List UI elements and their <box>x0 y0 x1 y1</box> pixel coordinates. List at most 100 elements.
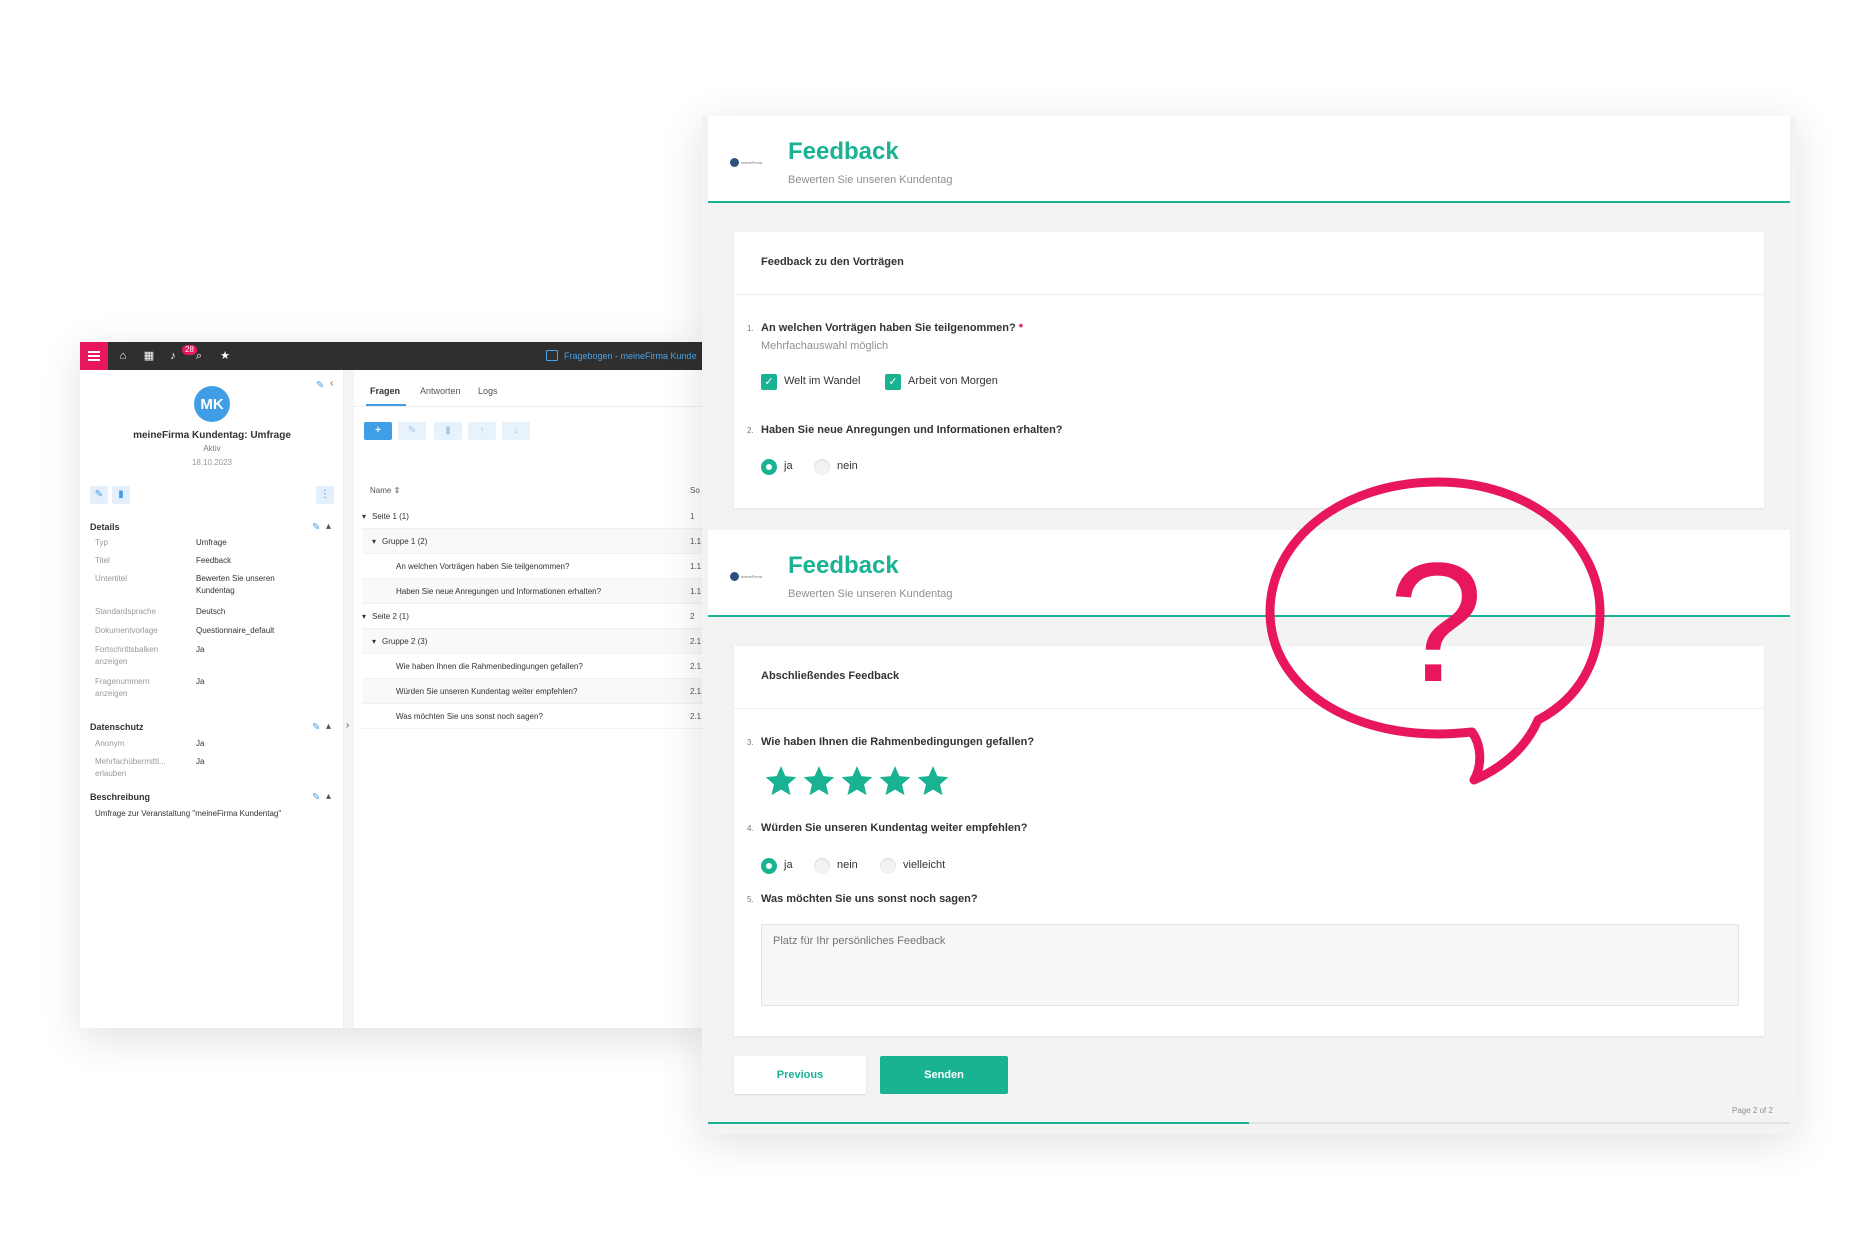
question-number: 1. <box>747 324 754 333</box>
detail-key: Dokumentvorlage <box>95 626 158 635</box>
question-mark-glyph: ? <box>1389 528 1484 718</box>
edit-icon[interactable]: ✎ <box>316 380 324 391</box>
detail-value: Bewerten Sie unseren Kundentag <box>196 574 275 595</box>
tree-row[interactable]: ▾ Gruppe 1 (2) 1.1 <box>362 529 710 554</box>
bell-icon[interactable]: ♪ <box>166 349 180 363</box>
company-logo: meineFirma <box>730 572 764 582</box>
tab-antworten[interactable]: Antworten <box>420 386 461 396</box>
description-edit-icon[interactable]: ✎ <box>312 792 320 803</box>
tab-underline <box>366 404 406 406</box>
radio-label[interactable]: ja <box>784 460 793 472</box>
delete-button[interactable]: ▮ <box>112 486 130 504</box>
tree-row-num: 2 <box>690 612 695 621</box>
tree-row[interactable]: ▾ Seite 2 (1) 2 <box>362 604 710 629</box>
panel-title: Feedback zu den Vorträgen <box>761 256 904 268</box>
privacy-value: Ja <box>196 757 205 766</box>
caret-down-icon[interactable]: ▾ <box>372 529 376 554</box>
panel-divider[interactable]: › <box>344 370 354 1028</box>
edit-button[interactable]: ✎ <box>90 486 108 504</box>
caret-down-icon[interactable]: ▾ <box>362 604 366 629</box>
tree-row-label: An welchen Vorträgen haben Sie teilgenom… <box>396 562 570 571</box>
star-icon[interactable] <box>764 764 798 798</box>
radio-unselected[interactable] <box>814 858 830 874</box>
survey-window: meineFirma Feedback Bewerten Sie unseren… <box>702 116 1796 1134</box>
expand-icon[interactable]: › <box>346 720 349 731</box>
add-button[interactable]: + <box>364 422 392 440</box>
tree-row[interactable]: ▾ Gruppe 2 (3) 2.1 <box>362 629 710 654</box>
column-header-name[interactable]: Name ⇕ <box>370 486 400 495</box>
tree-row[interactable]: Wie haben Ihnen die Rahmenbedingungen ge… <box>362 654 710 679</box>
tree-row-label: Gruppe 2 (3) <box>382 637 428 646</box>
caret-down-icon[interactable]: ▾ <box>362 504 366 529</box>
trash-icon[interactable]: ▮ <box>434 422 462 440</box>
detail-key: Fortschrittsbalken anzeigen <box>95 645 159 666</box>
radio-label[interactable]: nein <box>837 460 858 472</box>
caret-down-icon[interactable]: ▾ <box>372 629 376 654</box>
feedback-textarea[interactable] <box>761 924 1739 1006</box>
search-icon[interactable]: ⌕ <box>192 349 206 363</box>
question-description: Mehrfachauswahl möglich <box>761 340 889 352</box>
checkbox-checked-icon[interactable]: ✓ <box>885 374 901 390</box>
record-name: meineFirma Kundentag: Umfrage <box>133 430 291 441</box>
survey-header: meineFirma Feedback Bewerten Sie unseren… <box>708 116 1790 203</box>
tree-row[interactable]: ▾ Seite 1 (1) 1 <box>362 504 710 529</box>
star-icon[interactable] <box>840 764 874 798</box>
menu-icon[interactable] <box>80 342 108 370</box>
privacy-edit-icon[interactable]: ✎ <box>312 722 320 733</box>
panel-divider <box>734 294 1764 295</box>
record-status: Aktiv <box>203 444 221 453</box>
star-icon[interactable] <box>916 764 950 798</box>
description-chevron-up-icon[interactable]: ▴ <box>326 791 331 802</box>
star-icon[interactable] <box>878 764 912 798</box>
home-icon[interactable]: ⌂ <box>116 349 130 363</box>
questions-panel: Fragen Antworten Logs + ✎ ▮ ↑ ↓ Name ⇕ S… <box>354 370 710 1028</box>
star-icon[interactable]: ★ <box>218 349 232 363</box>
tree-row-num: 2.1 <box>690 637 702 646</box>
radio-selected[interactable] <box>761 858 777 874</box>
tab-logs[interactable]: Logs <box>478 386 498 396</box>
radio-label[interactable]: vielleicht <box>903 859 945 871</box>
radio-label[interactable]: nein <box>837 859 858 871</box>
arrow-down-icon[interactable]: ↓ <box>502 422 530 440</box>
window-title[interactable]: Fragebogen - meineFirma Kunde <box>564 351 697 361</box>
previous-button[interactable]: Previous <box>734 1056 866 1094</box>
question-title: Wie haben Ihnen die Rahmenbedingungen ge… <box>761 736 1035 748</box>
radio-label[interactable]: ja <box>784 859 793 871</box>
description-text: Umfrage zur Veranstaltung "meineFirma Ku… <box>95 809 282 818</box>
tree-row[interactable]: Was möchten Sie uns sonst noch sagen? 2.… <box>362 704 710 729</box>
checkbox-label[interactable]: Arbeit von Morgen <box>908 375 998 387</box>
checkbox-label[interactable]: Welt im Wandel <box>784 375 860 387</box>
tree-row-label: Gruppe 1 (2) <box>382 537 428 546</box>
details-edit-icon[interactable]: ✎ <box>312 522 320 533</box>
survey-subtitle: Bewerten Sie unseren Kundentag <box>788 588 953 600</box>
star-icon[interactable] <box>802 764 836 798</box>
radio-unselected[interactable] <box>880 858 896 874</box>
panel-vortraege: Feedback zu den Vorträgen 1. An welchen … <box>734 232 1764 508</box>
checkbox-checked-icon[interactable]: ✓ <box>761 374 777 390</box>
tree-row-num: 1 <box>690 512 695 521</box>
question-number: 2. <box>747 426 754 435</box>
send-button[interactable]: Senden <box>880 1056 1008 1094</box>
column-header-sort[interactable]: So <box>690 486 700 495</box>
arrow-up-icon[interactable]: ↑ <box>468 422 496 440</box>
tree-row[interactable]: Würden Sie unseren Kundentag weiter empf… <box>362 679 710 704</box>
details-chevron-up-icon[interactable]: ▴ <box>326 521 331 532</box>
radio-selected[interactable] <box>761 459 777 475</box>
detail-key: Fragenummern anzeigen <box>95 677 150 698</box>
radio-unselected[interactable] <box>814 459 830 475</box>
more-button[interactable]: ⋮ <box>316 486 334 504</box>
detail-key: Standardsprache <box>95 607 156 616</box>
calendar-icon[interactable]: ▦ <box>142 349 156 363</box>
tree-row[interactable]: Haben Sie neue Anregungen und Informatio… <box>362 579 710 604</box>
pencil-icon[interactable]: ✎ <box>398 422 426 440</box>
tree-row-label: Haben Sie neue Anregungen und Informatio… <box>396 587 602 596</box>
privacy-key: Anonym <box>95 739 125 748</box>
tree-row[interactable]: An welchen Vorträgen haben Sie teilgenom… <box>362 554 710 579</box>
crm-window: ⌂ ▦ ♪ 28 ⌕ ★ Fragebogen - meineFirma Kun… <box>80 342 710 1028</box>
collapse-icon[interactable]: ‹ <box>330 378 333 389</box>
privacy-chevron-up-icon[interactable]: ▴ <box>326 721 331 732</box>
avatar: MK <box>194 386 230 422</box>
survey-header: meineFirma Feedback Bewerten Sie unseren… <box>708 530 1790 617</box>
page-indicator: Page 2 of 2 <box>1732 1106 1773 1115</box>
tab-fragen[interactable]: Fragen <box>370 386 400 396</box>
